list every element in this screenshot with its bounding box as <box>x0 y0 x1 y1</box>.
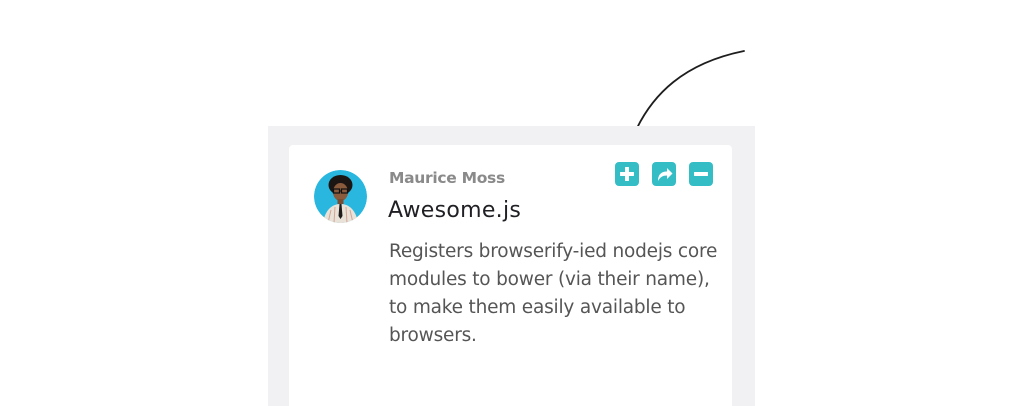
add-button[interactable] <box>615 162 639 186</box>
remove-button[interactable] <box>689 162 713 186</box>
plus-icon <box>620 167 634 181</box>
avatar[interactable] <box>314 170 367 223</box>
minus-icon <box>694 172 708 176</box>
card-description: Registers browserify-ied nodejs core mod… <box>389 241 718 346</box>
card-title[interactable]: Awesome.js <box>388 198 521 223</box>
library-card: Maurice Moss Awesome.js Registers browse… <box>289 145 732 406</box>
share-button[interactable] <box>652 162 676 186</box>
share-icon <box>658 168 673 181</box>
author-name[interactable]: Maurice Moss <box>389 169 505 187</box>
